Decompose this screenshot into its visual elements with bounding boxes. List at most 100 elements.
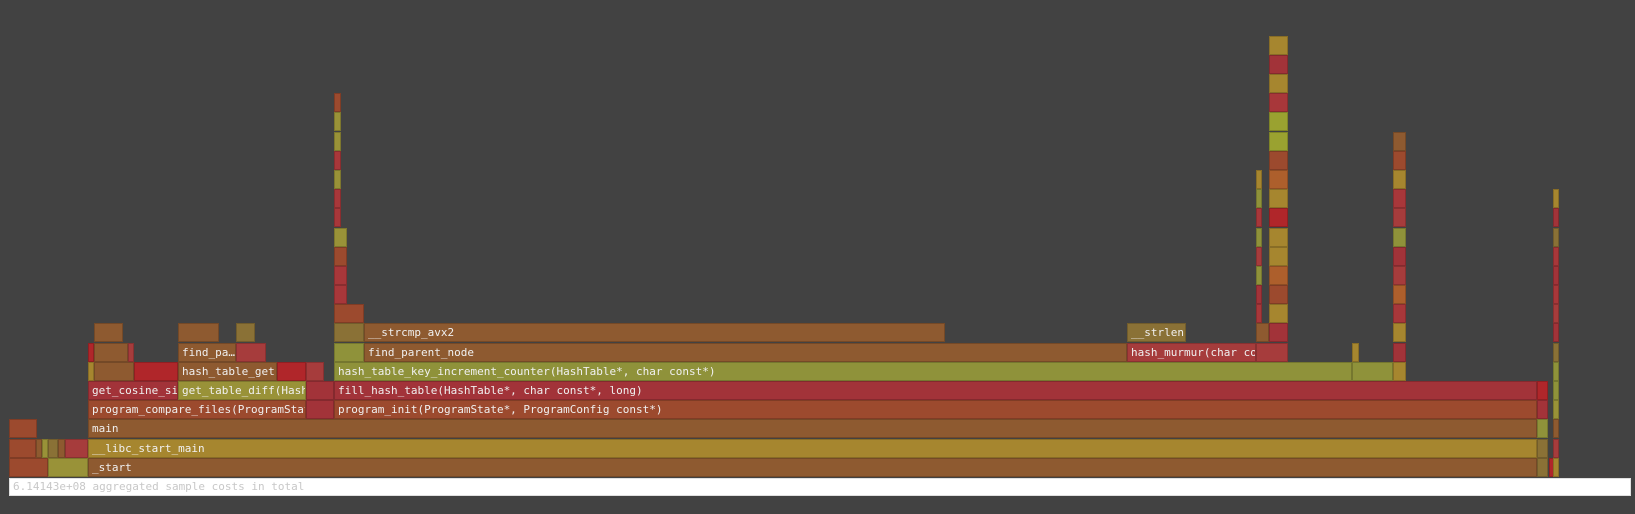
tower-e-frame[interactable]: [1553, 266, 1559, 285]
frame-r5-c[interactable]: [134, 362, 178, 381]
tower-b-frame[interactable]: [1269, 74, 1288, 93]
frame-strlen[interactable]: __strlen: [1127, 323, 1186, 342]
tower-a-frame[interactable]: [334, 112, 341, 131]
frame-libc-r1[interactable]: [1537, 439, 1548, 458]
tower-b-frame[interactable]: [1269, 151, 1288, 170]
frame-start-left-2[interactable]: [48, 458, 88, 477]
frame-r6-i[interactable]: [1553, 343, 1559, 362]
frame-r5-e[interactable]: [306, 362, 324, 381]
tower-d-frame[interactable]: [1393, 228, 1406, 247]
tower-d-frame[interactable]: [1393, 189, 1406, 208]
frame-pi-r1[interactable]: [1537, 400, 1548, 419]
frame-unknown-l1[interactable]: [9, 439, 36, 458]
frame-r6-c[interactable]: [128, 343, 134, 362]
tower-a-frame[interactable]: [334, 285, 347, 304]
tower-a-frame[interactable]: [334, 132, 341, 151]
tower-b-frame[interactable]: [1269, 112, 1288, 131]
frame-program-init[interactable]: program_init(ProgramState*, ProgramConfi…: [334, 400, 1537, 419]
frame-r5-d[interactable]: [277, 362, 306, 381]
frame-r7-d[interactable]: [334, 323, 364, 342]
frame-fill-hash-table[interactable]: fill_hash_table(HashTable*, char const*,…: [334, 381, 1537, 400]
tower-c-frame[interactable]: [1256, 304, 1262, 323]
tower-a-frame[interactable]: [334, 208, 341, 227]
tower-c-frame[interactable]: [1256, 228, 1262, 247]
frame-hash-table-get[interactable]: hash_table_get: [178, 362, 277, 381]
tower-d-frame[interactable]: [1393, 170, 1406, 189]
tower-b-frame[interactable]: [1269, 189, 1288, 208]
frame-main-r1[interactable]: [1537, 419, 1548, 438]
tower-e-frame[interactable]: [1553, 228, 1559, 247]
tower-d-frame[interactable]: [1393, 285, 1406, 304]
tower-a-frame[interactable]: [334, 93, 341, 112]
frame-r7-h[interactable]: [1553, 323, 1559, 342]
frame-find-parent-node[interactable]: find_parent_node: [364, 343, 1127, 362]
tower-c-frame[interactable]: [1256, 285, 1262, 304]
frame-get-cosine-si[interactable]: get_cosine_si: [88, 381, 178, 400]
tower-b-frame[interactable]: [1269, 55, 1288, 74]
tower-d-frame[interactable]: [1393, 266, 1406, 285]
tower-b-frame[interactable]: [1269, 285, 1288, 304]
tower-d-frame[interactable]: [1393, 132, 1406, 151]
tower-b-frame[interactable]: [1269, 266, 1288, 285]
tower-b-frame[interactable]: [1269, 36, 1288, 55]
tower-c-frame[interactable]: [1256, 247, 1262, 266]
frame-r6-f[interactable]: [1256, 343, 1288, 362]
frame-r7-g[interactable]: [1393, 323, 1406, 342]
frame-r7-b[interactable]: [178, 323, 219, 342]
tower-b-frame[interactable]: [1269, 304, 1288, 323]
frame-hash-murmur[interactable]: hash_murmur(char co: [1127, 343, 1256, 362]
frame-gtd-side[interactable]: [306, 381, 334, 400]
tower-c-frame[interactable]: [1256, 266, 1262, 285]
frame-pcf-child[interactable]: [306, 400, 334, 419]
tower-b-frame[interactable]: [1269, 247, 1288, 266]
frame-start[interactable]: _start: [88, 458, 1537, 477]
frame-find-pa[interactable]: find_pa…: [178, 343, 236, 362]
frame-get-table-diff[interactable]: get_table_diff(Hash: [178, 381, 306, 400]
tower-a-frame[interactable]: [334, 151, 341, 170]
frame-fht-r2[interactable]: [1553, 381, 1559, 400]
tower-d-frame[interactable]: [1393, 151, 1406, 170]
frame-unknown-l5[interactable]: [58, 439, 65, 458]
tower-a-frame[interactable]: [334, 228, 347, 247]
frame-r5-b[interactable]: [94, 362, 134, 381]
tower-a-frame[interactable]: [334, 266, 347, 285]
frame-r6-e[interactable]: [334, 343, 364, 362]
frame-htkic-r3[interactable]: [1553, 362, 1559, 381]
frame-start-r1[interactable]: [1537, 458, 1548, 477]
tower-d-frame[interactable]: [1393, 247, 1406, 266]
tower-e-frame[interactable]: [1553, 208, 1559, 227]
tower-d-frame[interactable]: [1393, 208, 1406, 227]
tower-b-frame[interactable]: [1269, 132, 1288, 151]
tower-c-frame[interactable]: [1256, 189, 1262, 208]
frame-unknown-main-left[interactable]: [9, 419, 37, 438]
frame-r7-e[interactable]: [1256, 323, 1269, 342]
tower-a-frame[interactable]: [334, 304, 364, 323]
frame-r7-c[interactable]: [236, 323, 255, 342]
tower-b-frame[interactable]: [1269, 170, 1288, 189]
frame-unknown-l4[interactable]: [48, 439, 58, 458]
frame-libc-r2[interactable]: [1553, 439, 1559, 458]
tower-a-frame[interactable]: [334, 170, 341, 189]
tower-a-frame[interactable]: [334, 247, 347, 266]
tower-b-frame[interactable]: [1269, 208, 1288, 227]
tower-a-frame[interactable]: [334, 189, 341, 208]
tower-b-frame[interactable]: [1269, 228, 1288, 247]
tower-e-frame[interactable]: [1553, 304, 1559, 323]
tower-e-frame[interactable]: [1553, 247, 1559, 266]
frame-r6-g[interactable]: [1352, 343, 1359, 362]
frame-unknown-l6[interactable]: [65, 439, 88, 458]
frame-htkic-r1[interactable]: [1352, 362, 1393, 381]
frame-pi-r2[interactable]: [1553, 400, 1559, 419]
frame-start-r3[interactable]: [1553, 458, 1559, 477]
tower-e-frame[interactable]: [1553, 189, 1559, 208]
frame-start-left[interactable]: [9, 458, 48, 477]
frame-r7-a[interactable]: [94, 323, 123, 342]
frame-hash-table-key-increment-counter[interactable]: hash_table_key_increment_counter(HashTab…: [334, 362, 1352, 381]
frame-htkic-r2[interactable]: [1393, 362, 1406, 381]
tower-d-frame[interactable]: [1393, 304, 1406, 323]
frame-fht-r1[interactable]: [1537, 381, 1548, 400]
tower-c-frame[interactable]: [1256, 208, 1262, 227]
frame-r6-h[interactable]: [1393, 343, 1406, 362]
frame-strcmp-avx2[interactable]: __strcmp_avx2: [364, 323, 945, 342]
frame-main-r2[interactable]: [1553, 419, 1559, 438]
